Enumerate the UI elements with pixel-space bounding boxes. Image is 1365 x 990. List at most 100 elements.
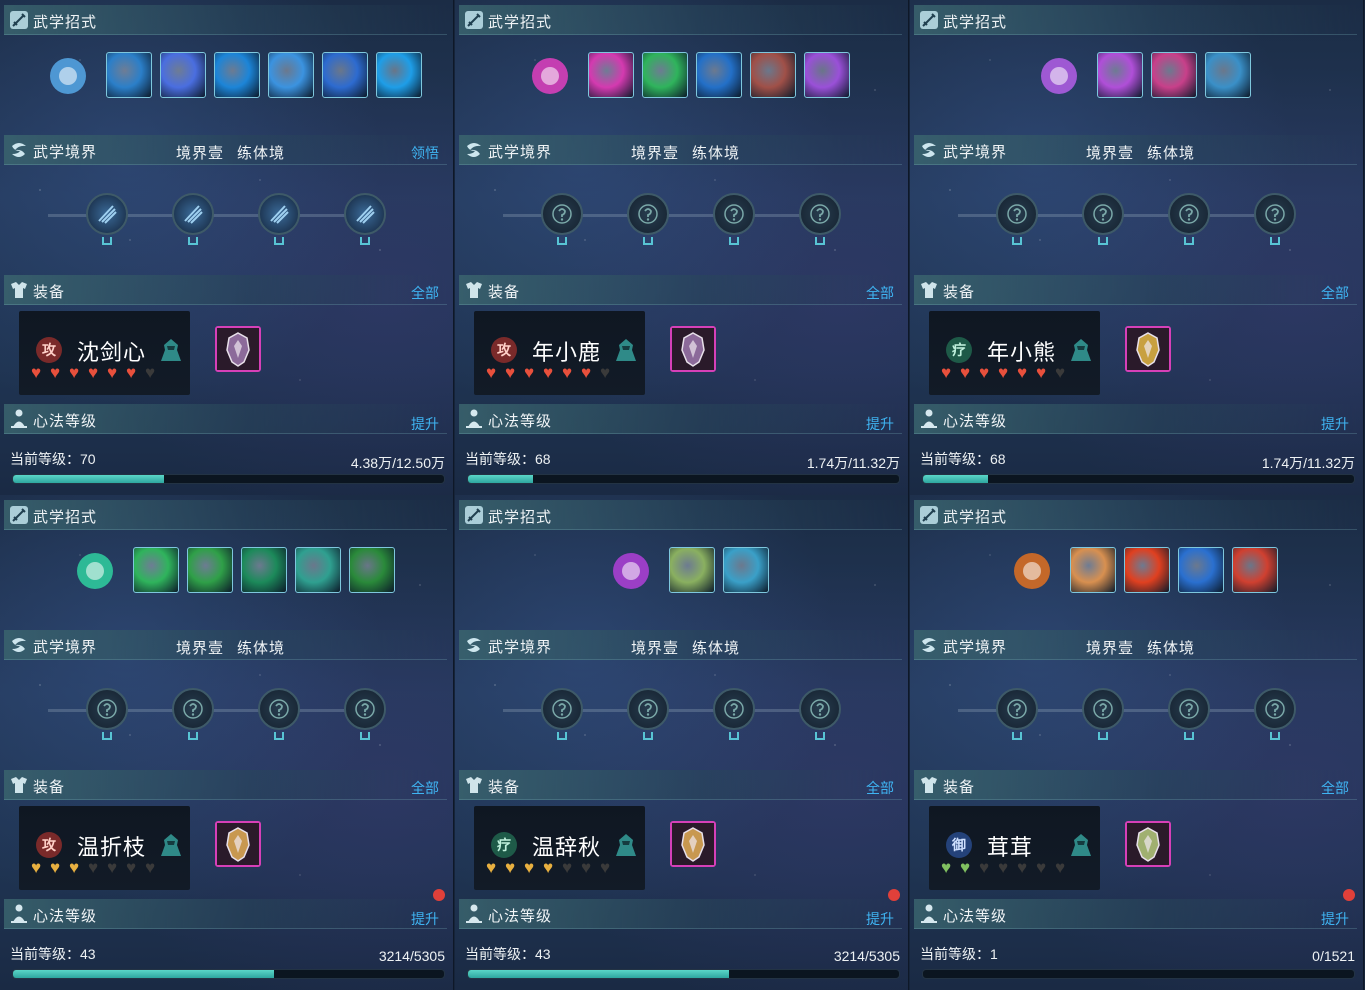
realm-node-locked[interactable] bbox=[996, 688, 1038, 730]
realm-node-unlocked[interactable] bbox=[172, 193, 214, 235]
skill-icon[interactable] bbox=[187, 547, 233, 593]
skill-icon[interactable] bbox=[642, 52, 688, 98]
character-card[interactable]: 疗 温辞秋 ♥ ♥ ♥ ♥ ♥ ♥ ♥ bbox=[474, 806, 645, 890]
skill-icon[interactable] bbox=[1178, 547, 1224, 593]
upgrade-link[interactable]: 提升 bbox=[1321, 909, 1349, 929]
realm-node-locked[interactable] bbox=[799, 193, 841, 235]
gear-slot[interactable] bbox=[215, 821, 261, 867]
equip-all-link[interactable]: 全部 bbox=[1321, 778, 1349, 798]
upgrade-link[interactable]: 提升 bbox=[1321, 414, 1349, 434]
gear-slot[interactable] bbox=[215, 326, 261, 372]
skill-main-icon[interactable] bbox=[1035, 52, 1083, 100]
realm-node-locked[interactable] bbox=[713, 193, 755, 235]
skill-icon[interactable] bbox=[268, 52, 314, 98]
skill-main-icon[interactable] bbox=[44, 52, 92, 100]
upgrade-link[interactable]: 提升 bbox=[411, 414, 439, 434]
realm-node-unlocked[interactable] bbox=[258, 193, 300, 235]
character-card[interactable]: 御 茸茸 ♥ ♥ ♥ ♥ ♥ ♥ ♥ bbox=[929, 806, 1100, 890]
skill-icon[interactable] bbox=[133, 547, 179, 593]
heart-icon: ♥ bbox=[581, 363, 591, 382]
realm-header: 武学境界 境界壹 练体境 bbox=[910, 630, 1363, 660]
realm-node-locked[interactable] bbox=[1254, 688, 1296, 730]
skill-icon[interactable] bbox=[750, 52, 796, 98]
realm-node-locked[interactable] bbox=[86, 688, 128, 730]
skill-icon[interactable] bbox=[349, 547, 395, 593]
sword-icon bbox=[465, 11, 483, 29]
skill-icon[interactable] bbox=[1124, 547, 1170, 593]
skill-icon[interactable] bbox=[322, 52, 368, 98]
realm-node-marker bbox=[1012, 237, 1022, 245]
realm-node-locked[interactable] bbox=[172, 688, 214, 730]
skill-icon[interactable] bbox=[295, 547, 341, 593]
realm-node-locked[interactable] bbox=[541, 193, 583, 235]
realm-node-locked[interactable] bbox=[1168, 193, 1210, 235]
realm-node-locked[interactable] bbox=[996, 193, 1038, 235]
skill-icon[interactable] bbox=[1205, 52, 1251, 98]
gear-slot[interactable] bbox=[1125, 821, 1171, 867]
character-card[interactable]: 攻 沈剑心 ♥ ♥ ♥ ♥ ♥ ♥ ♥ bbox=[19, 311, 190, 395]
skill-icon[interactable] bbox=[241, 547, 287, 593]
mind-header: 心法等级 提升 bbox=[0, 404, 453, 434]
meditation-icon bbox=[921, 409, 937, 428]
realm-node-locked[interactable] bbox=[713, 688, 755, 730]
realm-node-marker bbox=[815, 237, 825, 245]
upgrade-link[interactable]: 提升 bbox=[866, 414, 894, 434]
realm-node-locked[interactable] bbox=[627, 193, 669, 235]
realm-node-unlocked[interactable] bbox=[344, 193, 386, 235]
realm-node-locked[interactable] bbox=[799, 688, 841, 730]
gear-slot[interactable] bbox=[670, 326, 716, 372]
skill-icon[interactable] bbox=[723, 547, 769, 593]
skill-icon[interactable] bbox=[588, 52, 634, 98]
character-card[interactable]: 疗 年小熊 ♥ ♥ ♥ ♥ ♥ ♥ ♥ bbox=[929, 311, 1100, 395]
equip-all-link[interactable]: 全部 bbox=[411, 283, 439, 303]
realm-node-locked[interactable] bbox=[541, 688, 583, 730]
skill-main-icon[interactable] bbox=[71, 547, 119, 595]
equip-header: 装备 全部 bbox=[910, 275, 1363, 305]
current-level: 当前等级：68 bbox=[465, 451, 551, 467]
realm-icon bbox=[467, 143, 481, 157]
realm-node-locked[interactable] bbox=[1254, 193, 1296, 235]
equip-all-link[interactable]: 全部 bbox=[411, 778, 439, 798]
realm-node-marker bbox=[102, 732, 112, 740]
skill-main-icon[interactable] bbox=[1008, 547, 1056, 595]
skill-icon[interactable] bbox=[214, 52, 260, 98]
realm-node-locked[interactable] bbox=[344, 688, 386, 730]
notification-dot bbox=[888, 889, 900, 901]
skill-icon[interactable] bbox=[160, 52, 206, 98]
realm-node-locked[interactable] bbox=[1082, 193, 1124, 235]
realm-node-locked[interactable] bbox=[1168, 688, 1210, 730]
skill-icon[interactable] bbox=[804, 52, 850, 98]
character-card[interactable]: 攻 温折枝 ♥ ♥ ♥ ♥ ♥ ♥ ♥ bbox=[19, 806, 190, 890]
realm-node-locked[interactable] bbox=[627, 688, 669, 730]
current-level: 当前等级：68 bbox=[920, 451, 1006, 467]
star-hearts: ♥ ♥ ♥ ♥ ♥ ♥ ♥ bbox=[941, 363, 1074, 383]
skill-icon[interactable] bbox=[1151, 52, 1197, 98]
realm-node-locked[interactable] bbox=[1082, 688, 1124, 730]
skill-icon[interactable] bbox=[1097, 52, 1143, 98]
skill-main-icon[interactable] bbox=[526, 52, 574, 100]
upgrade-link[interactable]: 提升 bbox=[866, 909, 894, 929]
skill-icon[interactable] bbox=[1232, 547, 1278, 593]
equip-all-link[interactable]: 全部 bbox=[866, 778, 894, 798]
skill-main-icon[interactable] bbox=[607, 547, 655, 595]
realm-node-marker bbox=[1270, 732, 1280, 740]
role-badge: 御 bbox=[946, 832, 972, 858]
skill-icon[interactable] bbox=[669, 547, 715, 593]
equip-header: 装备 全部 bbox=[0, 275, 453, 305]
realm-node-marker bbox=[1098, 237, 1108, 245]
realm-node-locked[interactable] bbox=[258, 688, 300, 730]
skill-icon[interactable] bbox=[106, 52, 152, 98]
section-bar bbox=[4, 275, 447, 305]
realize-link[interactable]: 领悟 bbox=[411, 143, 439, 163]
character-card[interactable]: 攻 年小鹿 ♥ ♥ ♥ ♥ ♥ ♥ ♥ bbox=[474, 311, 645, 395]
upgrade-link[interactable]: 提升 bbox=[411, 909, 439, 929]
realm-node-marker bbox=[1184, 732, 1194, 740]
skill-icon[interactable] bbox=[696, 52, 742, 98]
gear-slot[interactable] bbox=[1125, 326, 1171, 372]
equip-all-link[interactable]: 全部 bbox=[1321, 283, 1349, 303]
skill-icon[interactable] bbox=[1070, 547, 1116, 593]
realm-node-unlocked[interactable] bbox=[86, 193, 128, 235]
equip-all-link[interactable]: 全部 bbox=[866, 283, 894, 303]
gear-slot[interactable] bbox=[670, 821, 716, 867]
skill-icon[interactable] bbox=[376, 52, 422, 98]
